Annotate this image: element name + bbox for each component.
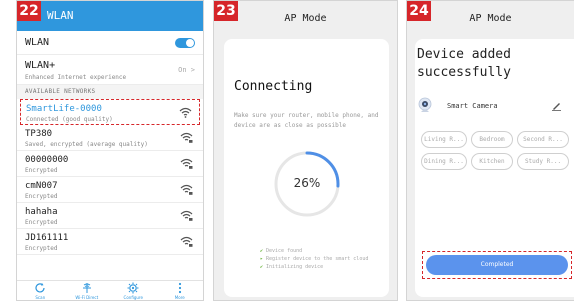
network-name: 00000000 bbox=[25, 155, 69, 165]
step-badge: 24 bbox=[407, 1, 431, 21]
step-label: Register device to the smart cloud bbox=[266, 256, 369, 262]
nav-label: Configure bbox=[123, 294, 143, 300]
wifi-direct-icon bbox=[82, 282, 91, 293]
available-networks-header: AVAILABLE NETWORKS bbox=[17, 85, 203, 99]
header-title: WLAN bbox=[47, 9, 74, 22]
step-badge: 22 bbox=[17, 1, 41, 21]
header-title: AP Mode bbox=[284, 13, 327, 24]
network-item[interactable]: TP380 Saved, encrypted (average quality) bbox=[17, 125, 203, 151]
network-name: JD161111 bbox=[25, 233, 69, 243]
network-item[interactable]: 00000000 Encrypted bbox=[17, 151, 203, 177]
room-chip[interactable]: Living R... bbox=[421, 131, 467, 148]
wifi-locked-icon bbox=[180, 236, 193, 247]
nav-label: More bbox=[174, 294, 185, 300]
room-chip[interactable]: Study R... bbox=[517, 153, 569, 170]
room-chip[interactable]: Second R... bbox=[517, 131, 569, 148]
connection-steps: ✔ Device found ▸ Register device to the sm… bbox=[260, 247, 368, 271]
network-name: SmartLife-0000 bbox=[26, 104, 102, 114]
connecting-card: Connecting Make sure your router, mobile… bbox=[224, 39, 389, 297]
wlan-plus-subtitle: Enhanced Internet experience bbox=[25, 74, 127, 81]
wlan-toggle-row[interactable]: WLAN bbox=[17, 31, 203, 55]
nav-label: Scan bbox=[35, 294, 46, 300]
wlan-toggle[interactable] bbox=[175, 38, 195, 48]
nav-more[interactable]: More bbox=[163, 281, 197, 301]
network-item[interactable]: SmartLife-0000 Connected (good quality) bbox=[20, 99, 200, 125]
wlan-plus-title: WLAN+ bbox=[25, 60, 56, 71]
added-title: Device added successfully bbox=[417, 47, 511, 80]
wlan-plus-row[interactable]: WLAN+ Enhanced Internet experience On > bbox=[17, 55, 203, 85]
nav-configure[interactable]: Configure bbox=[116, 281, 150, 301]
network-status: Encrypted bbox=[25, 193, 58, 200]
step-label: Device found bbox=[266, 248, 303, 254]
network-status: Connected (good quality) bbox=[26, 116, 113, 123]
nav-label: Wi-Fi Direct bbox=[75, 294, 99, 300]
network-status: Saved, encrypted (average quality) bbox=[25, 141, 148, 148]
edit-icon[interactable] bbox=[551, 100, 562, 111]
refresh-icon bbox=[35, 282, 45, 292]
wifi-locked-icon bbox=[180, 132, 193, 143]
progress-percent: 26% bbox=[293, 176, 321, 190]
wifi-signal-icon bbox=[179, 107, 192, 118]
connecting-screen: 23 AP Mode Connecting Make sure your rou… bbox=[213, 0, 398, 301]
step-item: ✔ Device found bbox=[260, 247, 368, 255]
device-name: Smart Camera bbox=[447, 102, 498, 110]
gear-icon bbox=[127, 282, 139, 293]
more-icon bbox=[178, 282, 181, 293]
network-item[interactable]: JD161111 Encrypted bbox=[17, 229, 203, 255]
step-label: Initializing device bbox=[266, 264, 324, 270]
network-item[interactable]: hahaha Encrypted bbox=[17, 203, 203, 229]
connecting-title: Connecting bbox=[234, 79, 313, 94]
wlan-plus-value: On > bbox=[178, 66, 195, 74]
completed-button[interactable]: Completed bbox=[426, 255, 568, 275]
step-badge: 23 bbox=[214, 1, 238, 21]
nav-scan[interactable]: Scan bbox=[23, 281, 57, 301]
wlan-header: WLAN bbox=[17, 1, 203, 31]
room-chip[interactable]: Dining R... bbox=[421, 153, 467, 170]
step-item: ▸ Register device to the smart cloud bbox=[260, 255, 368, 263]
connecting-description: Make sure your router, mobile phone, and… bbox=[234, 112, 379, 129]
camera-icon bbox=[418, 97, 432, 112]
wifi-locked-icon bbox=[180, 184, 193, 195]
wifi-locked-icon bbox=[180, 158, 193, 169]
device-added-screen: 24 AP Mode Device added successfully Sma… bbox=[406, 0, 574, 301]
device-row: Smart Camera bbox=[417, 97, 562, 117]
wlan-settings-screen: 22 WLAN WLAN WLAN+ Enhanced Internet exp… bbox=[16, 0, 204, 301]
wlan-label: WLAN bbox=[25, 37, 50, 48]
network-name: TP380 bbox=[25, 129, 53, 139]
room-chip[interactable]: Kitchen bbox=[471, 153, 513, 170]
network-status: Encrypted bbox=[25, 245, 58, 252]
header-title: AP Mode bbox=[469, 13, 512, 24]
room-chip[interactable]: Bedroom bbox=[471, 131, 513, 148]
network-name: cmN007 bbox=[25, 181, 58, 191]
network-name: hahaha bbox=[25, 207, 58, 217]
step-item: ✔ Initializing device bbox=[260, 263, 368, 271]
network-item[interactable]: cmN007 Encrypted bbox=[17, 177, 203, 203]
nav-wifi-direct[interactable]: Wi-Fi Direct bbox=[70, 281, 104, 301]
bottom-nav: Scan Wi-Fi Direct Configure More bbox=[17, 280, 203, 300]
network-status: Encrypted bbox=[25, 167, 58, 174]
wifi-locked-icon bbox=[180, 210, 193, 221]
network-status: Encrypted bbox=[25, 219, 58, 226]
